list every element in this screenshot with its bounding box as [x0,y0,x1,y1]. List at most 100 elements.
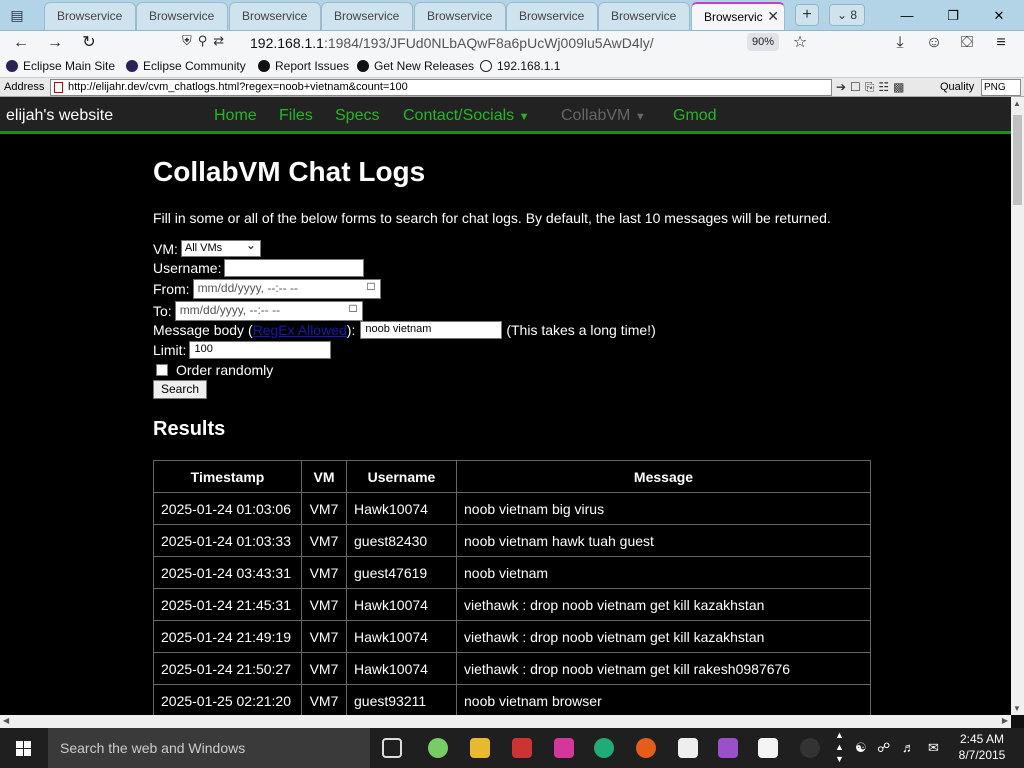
browser-nav-bar: ← → ↻ ⛨⚲⇄ 192.168.1.1:1984/193/JFUd0NLbA… [0,31,1024,55]
tab-label: Browservice [149,9,215,23]
app-icon[interactable] [718,738,738,758]
scroll-down-icon[interactable]: ▼ [1013,704,1021,713]
browser-tab[interactable]: Browservice [229,2,321,30]
address-input[interactable]: http://elijahr.dev/cvm_chatlogs.html?reg… [50,79,832,96]
clock-date: 8/7/2015 [958,748,1006,762]
taskbar-search[interactable]: Search the web and Windows [48,728,370,768]
window-close-icon[interactable]: ✕ [976,0,1022,31]
maximize-icon[interactable]: ❐ [930,0,976,31]
file-explorer-icon[interactable] [470,738,490,758]
username-input[interactable] [224,259,365,277]
to-datetime-input[interactable]: mm/dd/yyyy, --:-- -- [174,301,363,321]
app-icon[interactable] [554,738,574,758]
tab-count-button[interactable]: ⌄ 8 [829,4,865,26]
volume-icon[interactable]: ♬ [902,740,915,755]
zoom-level[interactable]: 90% [747,33,779,51]
scroll-right-icon[interactable]: ▶ [1002,716,1008,725]
menu-icon[interactable]: ≡ [990,33,1012,53]
bookmark-item[interactable]: 192.168.1.1 [480,57,560,75]
clock-time: 2:45 AM [959,732,1005,746]
nav-files[interactable]: Files [279,107,313,125]
nav-home[interactable]: Home [214,107,257,125]
username-cell: Hawk10074 [346,588,457,621]
username-row: Username: [153,259,365,277]
regex-link[interactable]: RegEx Allowed [253,322,347,338]
app-icon[interactable] [428,738,448,758]
minimize-icon[interactable]: — [884,0,930,31]
nav-specs[interactable]: Specs [335,107,379,125]
browser-tab[interactable]: Browservice [136,2,228,30]
network-app-icon[interactable] [594,738,614,758]
scrollbar-thumb[interactable] [1013,115,1022,205]
page-title: CollabVM Chat Logs [153,156,426,187]
message-cell: noob vietnam hawk tuah guest [456,524,871,557]
browser-tab[interactable]: Browservice [44,2,136,30]
from-datetime-input[interactable]: mm/dd/yyyy, --:-- -- [192,279,381,299]
browser-tab[interactable]: Browservice [598,2,690,30]
dropdown-icon: ▼ [634,111,646,123]
browser-tab[interactable]: Browservice [321,2,413,30]
bookmark-label: Get New Releases [374,59,475,73]
app-icon[interactable] [758,738,778,758]
network-icon[interactable]: ☍ [877,740,890,756]
limit-input[interactable]: 100 [189,341,332,359]
url-bar[interactable]: 192.168.1.1:1984/193/JFUd0NLbAQwF8a6pUcW… [178,33,790,53]
eclipse-icon [6,60,18,72]
taskbar-clock[interactable]: 2:45 AM 8/7/2015 [952,731,1012,763]
extensions-icon[interactable]: ⛋ [956,33,978,53]
app-icon[interactable] [512,738,532,758]
task-view-icon[interactable] [382,738,402,758]
vertical-scrollbar[interactable]: ▲ ▼ [1011,97,1024,715]
back-icon[interactable]: ← [10,33,32,53]
nav-contact-label: Contact/Socials [403,107,515,124]
app-icon[interactable] [800,738,820,758]
browser-tab[interactable]: Browservice [506,2,598,30]
vm-select[interactable]: All VMs [180,238,261,257]
bookmark-item[interactable]: Eclipse Main Site [6,57,115,75]
people-icon[interactable]: ☯ [855,740,867,756]
close-tab-icon[interactable]: ✕ [767,8,779,25]
order-randomly-label: Order randomly [176,362,274,378]
tab-label: Browservice [519,9,585,23]
app-icon[interactable] [678,738,698,758]
tab-list-icon[interactable]: ▤ [6,5,28,25]
url-host: 192.168.1.1 [250,35,324,51]
bookmark-label: 192.168.1.1 [497,59,561,73]
tab-label: Browservice [611,9,677,23]
results-table: Timestamp VM Username Message 2025-01-24… [153,460,871,715]
nav-contact[interactable]: Contact/Socials ▼ [403,107,530,125]
start-button[interactable] [0,728,48,768]
reload-icon[interactable]: ↻ [78,33,100,53]
account-icon[interactable]: ☺ [923,33,945,53]
browservice-tool-icons[interactable]: ➔☐⎘☷▩ [836,80,909,95]
tab-label: Browservice [57,9,123,23]
new-tab-button[interactable]: + [795,4,819,26]
browser-tab-active[interactable]: Browservic ✕ [691,2,785,30]
horizontal-scrollbar[interactable]: ◀ ▶ [0,715,1011,728]
nav-gmod[interactable]: Gmod [673,107,717,125]
tray-overflow-icon[interactable]: ▲ ▲ ▼ [835,729,844,765]
timestamp-cell: 2025-01-25 02:21:20 [153,684,302,715]
message-input[interactable]: noob vietnam [360,321,503,339]
browser-tab[interactable]: Browservice [414,2,506,30]
bookmark-item[interactable]: Report Issues [258,57,349,75]
bookmark-star-icon[interactable]: ☆ [789,33,811,53]
search-button[interactable]: Search [153,380,208,399]
nav-collabvm[interactable]: CollabVM ▼ [561,107,646,125]
table-row: 2025-01-24 21:49:19 VM7 Hawk10074 viethawk … [153,620,871,653]
from-row: From: mm/dd/yyyy, --:-- -- [153,279,381,299]
results-title: Results [153,418,226,440]
notification-icon[interactable]: ✉ [928,740,939,756]
bookmark-item[interactable]: Get New Releases [357,57,474,75]
bookmark-item[interactable]: Eclipse Community [126,57,246,75]
message-row: Message body (RegEx Allowed): noob vietn… [153,321,656,339]
download-icon[interactable]: ⤓ [889,33,911,53]
order-randomly-checkbox[interactable] [156,364,168,376]
scroll-up-icon[interactable]: ▲ [1013,99,1021,108]
windows-taskbar: Search the web and Windows ▲ ▲ ▼ ☯ ☍ ♬ ✉ 2… [0,728,1024,768]
quality-select[interactable]: PNG [981,79,1021,96]
nav-collabvm-label: CollabVM [561,107,631,124]
scroll-left-icon[interactable]: ◀ [3,716,9,725]
firefox-icon[interactable] [636,738,656,758]
forward-icon[interactable]: → [44,33,66,53]
